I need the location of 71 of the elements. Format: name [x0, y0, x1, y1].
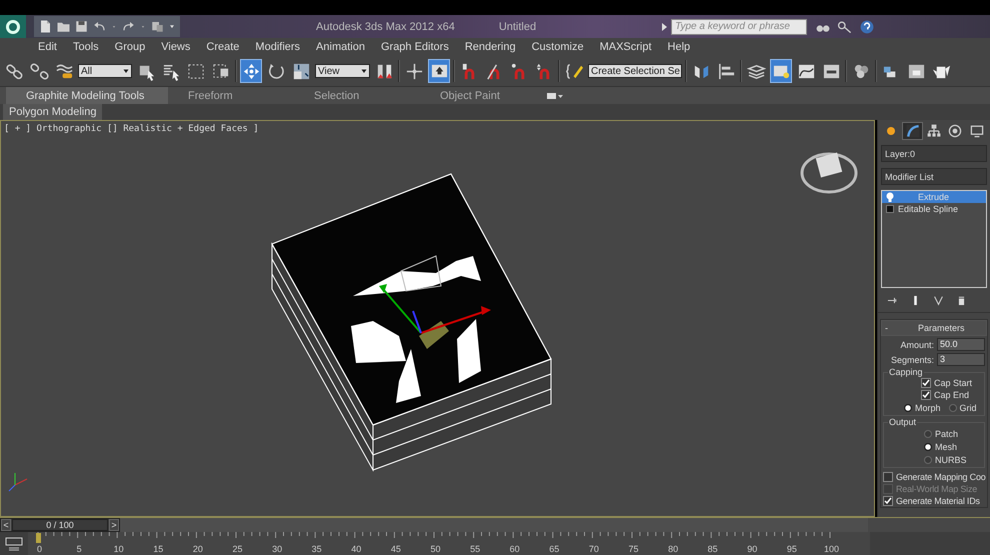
menu-item[interactable]: Help	[660, 41, 698, 53]
frame-number: 40	[350, 544, 362, 554]
timeline-ruler[interactable]: 0 5 10 15 20 25 30 35 40 45 50 55 60 65 70 75 80 85 90 95 100	[28, 532, 870, 555]
document-name: Untitled	[498, 20, 536, 32]
layer-field[interactable]: Layer:0	[881, 145, 987, 162]
number-field[interactable]: 3	[937, 353, 985, 366]
checkbox-label: Generate Material IDs	[896, 496, 980, 506]
viewport-label[interactable]: [ + ] Orthographic [] Realistic + Edged Faces ]	[4, 124, 259, 134]
time-slider[interactable]: < 0 / 100 >	[0, 518, 120, 532]
dropdown[interactable]: Create Selection Se	[588, 64, 682, 78]
menu-item[interactable]: Graph Editors	[372, 41, 457, 53]
checkbox-label: Generate Mapping Coo	[896, 472, 986, 482]
ribbon-tab[interactable]: Graphite Modeling Tools	[6, 87, 168, 104]
ribbon-tab[interactable]: Selection	[294, 87, 420, 104]
frame-number: 0	[36, 544, 42, 554]
checkbox-label: Real-World Map Size	[896, 484, 978, 494]
frame-number: 10	[112, 544, 124, 554]
menu-item[interactable]: Views	[153, 41, 198, 53]
menu-item[interactable]: Group	[106, 41, 154, 53]
menu-item[interactable]: Create	[198, 41, 248, 53]
frame-counter: 0 / 100	[12, 519, 108, 531]
checkbox-label: Cap Start	[934, 378, 972, 388]
ribbon-panel-tab[interactable]: Polygon Modeling	[3, 104, 102, 120]
menu-item[interactable]: Edit	[30, 41, 65, 53]
frame-number: 85	[706, 544, 718, 554]
frame-number: 20	[192, 544, 203, 554]
field-label: Amount:	[900, 340, 934, 350]
group-title: Output	[888, 417, 918, 427]
radio-label: Patch	[935, 428, 958, 438]
stack-item[interactable]: Editable Spline	[882, 203, 986, 215]
frame-number: 75	[628, 544, 638, 554]
ribbon-tab[interactable]: Freeform	[168, 87, 294, 104]
checkbox-label: Cap End	[934, 390, 970, 400]
frame-number: 95	[786, 544, 797, 554]
frame-number: 60	[508, 544, 520, 554]
frame-number: 80	[667, 544, 678, 554]
frame-number: 35	[310, 544, 322, 554]
window-title: Autodesk 3ds Max 2012 x64	[316, 20, 455, 32]
frame-number: 5	[76, 544, 82, 554]
radio-label: NURBS	[935, 454, 967, 464]
next-frame-button[interactable]: >	[109, 519, 119, 531]
group-title: Capping	[888, 367, 924, 377]
frame-number: 50	[430, 544, 440, 554]
frame-number: 25	[232, 544, 242, 554]
dropdown[interactable]: View	[315, 64, 370, 78]
frame-number: 45	[390, 544, 401, 554]
collapse-toggle[interactable]: -	[885, 323, 888, 333]
menu-item[interactable]: MAXScript	[592, 41, 660, 53]
radio-label: Grid	[960, 402, 977, 412]
frame-number: 70	[588, 544, 599, 554]
dropdown[interactable]: All	[78, 64, 132, 78]
frame-number: 55	[469, 544, 480, 554]
frame-number: 15	[152, 544, 164, 554]
rollout-title[interactable]: Parameters	[918, 323, 965, 333]
field-label: Segments:	[890, 354, 934, 364]
radio-label: Mesh	[935, 442, 958, 452]
menu-item[interactable]: Modifiers	[247, 41, 308, 53]
number-field[interactable]: 50.0	[937, 338, 985, 351]
previous-frame-button[interactable]: <	[1, 519, 11, 531]
frame-number: 100	[822, 544, 840, 554]
frame-number: 30	[271, 544, 282, 554]
menu-item[interactable]: Customize	[524, 41, 592, 53]
menu-item[interactable]: Tools	[64, 41, 107, 53]
modifier-list-dropdown[interactable]: Modifier List	[881, 168, 987, 185]
radio-label: Morph	[915, 402, 941, 412]
frame-number: 90	[746, 544, 758, 554]
menu-item[interactable]: Rendering	[456, 41, 524, 53]
menu-item[interactable]: Animation	[308, 41, 373, 53]
search-field[interactable]: Type a keyword or phrase	[671, 18, 808, 34]
frame-number: 65	[548, 544, 560, 554]
ribbon-tab[interactable]: Object Paint	[420, 87, 546, 104]
